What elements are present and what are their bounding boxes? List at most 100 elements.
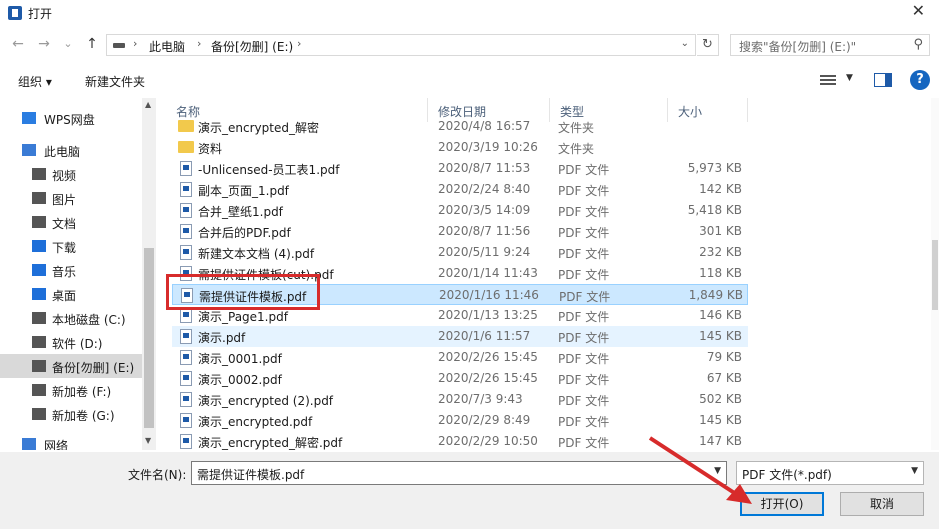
open-button[interactable]: 打开(O) [740, 492, 824, 516]
drive-icon [32, 384, 46, 396]
file-row[interactable]: 资料 2020/3/19 10:26 文件夹 [172, 137, 748, 158]
file-date: 2020/2/26 15:45 [438, 350, 538, 364]
up-arrow-icon[interactable]: ↑ [82, 34, 102, 54]
breadcrumb-drive-e[interactable]: 备份[勿删] (E:) [211, 38, 293, 55]
organize-menu[interactable]: 组织 ▾ [18, 73, 52, 90]
pdf-file-icon [180, 161, 192, 176]
file-row[interactable]: 演示_encrypted_解密 2020/4/8 16:57 文件夹 [172, 116, 748, 137]
breadcrumb-separator[interactable]: › [197, 37, 201, 50]
file-type-value: PDF 文件(*.pdf) [742, 468, 832, 482]
sidebar-item-label: 新加卷 (G:) [52, 409, 115, 423]
file-date: 2020/1/14 11:43 [438, 266, 538, 280]
sidebar-item[interactable]: 本地磁盘 (C:) [0, 306, 142, 330]
address-dropdown-chevron-icon[interactable]: ⌄ [681, 38, 689, 49]
sidebar-item[interactable]: 下载 [0, 234, 142, 258]
sidebar-item[interactable]: 音乐 [0, 258, 142, 282]
pdf-file-icon [180, 329, 192, 344]
sidebar-item[interactable]: 备份[勿删] (E:) [0, 354, 142, 378]
music-icon [32, 264, 46, 276]
breadcrumb-separator[interactable]: › [297, 37, 301, 50]
file-row[interactable]: 演示_encrypted (2).pdf 2020/7/3 9:43 PDF 文件 5… [172, 389, 748, 410]
file-type: PDF 文件 [558, 415, 610, 429]
sidebar-item[interactable]: 新加卷 (F:) [0, 378, 142, 402]
sidebar-item-label: 桌面 [52, 289, 77, 303]
preview-pane-icon[interactable] [874, 73, 892, 87]
file-name: 合并后的PDF.pdf [198, 226, 291, 240]
file-type-dropdown-icon[interactable]: ▼ [911, 466, 918, 476]
dialog-footer: 文件名(N): 需提供证件模板.pdf ▼ PDF 文件(*.pdf) ▼ 打开… [0, 452, 939, 529]
sidebar-item[interactable]: 新加卷 (G:) [0, 402, 142, 426]
file-row[interactable]: -Unlicensed-员工表1.pdf 2020/8/7 11:53 PDF 文件… [172, 158, 748, 179]
filename-label: 文件名(N): [128, 468, 187, 482]
file-name: 演示.pdf [198, 331, 246, 345]
cancel-button[interactable]: 取消 [840, 492, 924, 516]
close-icon[interactable]: ✕ [912, 1, 925, 20]
navigation-bar: ← → ⌄ ↑ › 此电脑 › 备份[勿删] (E:) › ⌄ ↻ 搜索"备份[… [0, 30, 939, 60]
back-arrow-icon[interactable]: ← [8, 34, 28, 54]
file-name: 演示_encrypted_解密 [198, 121, 319, 135]
file-row[interactable]: 合并_壁纸1.pdf 2020/3/5 14:09 PDF 文件 5,418 KB [172, 200, 748, 221]
file-type: PDF 文件 [558, 331, 610, 345]
sidebar-item[interactable]: 视频 [0, 162, 142, 186]
forward-arrow-icon[interactable]: → [34, 34, 54, 54]
file-name: 演示_encrypted (2).pdf [198, 394, 334, 408]
file-type: 文件夹 [558, 121, 595, 135]
file-row[interactable]: 副本_页面_1.pdf 2020/2/24 8:40 PDF 文件 142 KB [172, 179, 748, 200]
sidebar-scrollbar-thumb[interactable] [144, 248, 154, 428]
search-icon[interactable]: ⚲ [913, 37, 923, 52]
file-row[interactable]: 演示_encrypted_解密.pdf 2020/2/29 10:50 PDF 文件… [172, 431, 748, 450]
file-name: 演示_0002.pdf [198, 373, 282, 387]
file-name: 演示_encrypted_解密.pdf [198, 436, 343, 450]
file-type: PDF 文件 [558, 226, 610, 240]
filename-value[interactable]: 需提供证件模板.pdf [197, 466, 304, 483]
pdf-file-icon [180, 350, 192, 365]
help-icon[interactable]: ? [910, 70, 930, 90]
breadcrumb-this-pc[interactable]: 此电脑 [149, 38, 185, 55]
sidebar-item[interactable]: 桌面 [0, 282, 142, 306]
file-type: PDF 文件 [558, 373, 610, 387]
file-size: 142 KB [699, 182, 742, 196]
file-name: 副本_页面_1.pdf [198, 184, 289, 198]
pdf-file-icon [180, 182, 192, 197]
app-icon [8, 6, 22, 20]
file-size: 502 KB [699, 392, 742, 406]
sidebar-item[interactable]: 软件 (D:) [0, 330, 142, 354]
file-row[interactable]: 演示_0002.pdf 2020/2/26 15:45 PDF 文件 67 KB [172, 368, 748, 389]
pdf-file-icon [180, 203, 192, 218]
sidebar-item[interactable]: 图片 [0, 186, 142, 210]
file-row[interactable]: 演示_encrypted.pdf 2020/2/29 8:49 PDF 文件 145 … [172, 410, 748, 431]
file-type: PDF 文件 [558, 247, 610, 261]
sidebar-item[interactable]: WPS网盘 [0, 106, 142, 130]
pdf-file-icon [180, 308, 192, 323]
window-title: 打开 [28, 7, 53, 21]
sidebar-item[interactable]: 此电脑 [0, 138, 142, 162]
pdf-file-icon [180, 434, 192, 449]
recent-locations-chevron-icon[interactable]: ⌄ [58, 34, 78, 54]
filename-input[interactable]: 需提供证件模板.pdf ▼ [191, 461, 727, 485]
breadcrumb-separator[interactable]: › [133, 37, 137, 50]
file-type: PDF 文件 [558, 310, 610, 324]
scroll-down-icon[interactable]: ▼ [145, 436, 151, 445]
file-row[interactable]: 演示_0001.pdf 2020/2/26 15:45 PDF 文件 79 KB [172, 347, 748, 368]
file-row[interactable]: 合并后的PDF.pdf 2020/8/7 11:56 PDF 文件 301 KB [172, 221, 748, 242]
folder-icon [178, 120, 194, 132]
address-bar[interactable]: › 此电脑 › 备份[勿删] (E:) › ⌄ [106, 34, 696, 56]
file-type-filter[interactable]: PDF 文件(*.pdf) ▼ [736, 461, 924, 485]
sidebar-item[interactable]: 网络 [0, 432, 142, 450]
new-folder-button[interactable]: 新建文件夹 [85, 73, 145, 90]
pdf-file-icon [180, 224, 192, 239]
sidebar-item-label: 此电脑 [44, 145, 81, 159]
scroll-up-icon[interactable]: ▲ [145, 100, 151, 109]
file-list-scrollbar-thumb[interactable] [932, 240, 938, 310]
sidebar-item-label: 备份[勿删] (E:) [52, 361, 135, 375]
file-row[interactable]: 新建文本文档 (4).pdf 2020/5/11 9:24 PDF 文件 232 KB [172, 242, 748, 263]
file-size: 1,849 KB [688, 288, 743, 302]
search-box[interactable]: 搜索"备份[勿删] (E:)" ⚲ [730, 34, 930, 56]
filename-dropdown-icon[interactable]: ▼ [714, 466, 721, 476]
file-row[interactable]: 演示.pdf 2020/1/6 11:57 PDF 文件 145 KB [172, 326, 748, 347]
view-options-icon[interactable] [820, 73, 836, 86]
refresh-button[interactable]: ↻ [697, 34, 719, 56]
file-name: 演示_0001.pdf [198, 352, 282, 366]
sidebar-item[interactable]: 文档 [0, 210, 142, 234]
view-dropdown-icon[interactable]: ▼ [846, 73, 853, 83]
